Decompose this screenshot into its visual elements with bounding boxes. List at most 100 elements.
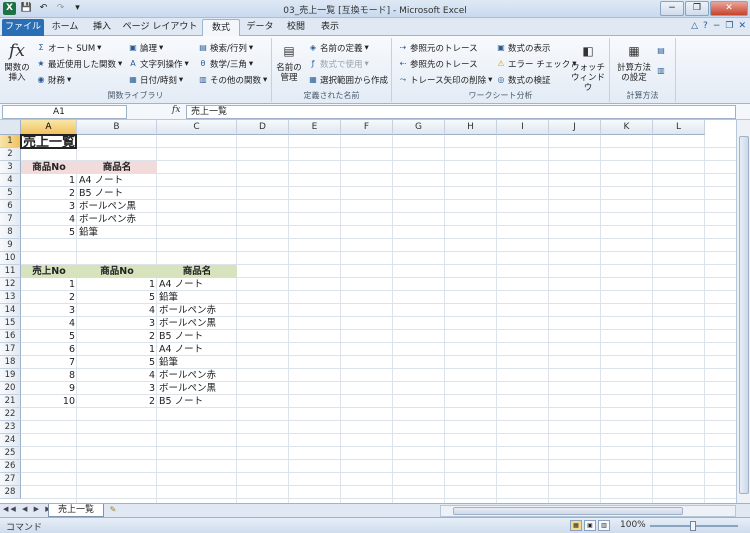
insert-sheet-icon[interactable]: ✎ [106,505,120,516]
row-header-8[interactable]: 8 [0,226,21,239]
evaluate-formula-button[interactable]: ◎ 数式の検証 [496,74,551,86]
autosum-button[interactable]: Σ オート SUM ▾ [36,42,101,54]
trace-precedents-button[interactable]: ⇢ 参照元のトレース [398,42,478,54]
product-no-cell[interactable]: 2 [21,187,77,200]
sales-product-name-cell[interactable]: A4 ノート [157,278,237,291]
row-header-2[interactable]: 2 [0,148,21,161]
row-header-5[interactable]: 5 [0,187,21,200]
insert-function-button[interactable]: fx 関数の挿入 [2,40,32,83]
column-header-i[interactable]: I [497,120,549,135]
window-minimize-icon[interactable]: − [713,21,721,31]
formula-input[interactable]: 売上一覧 [186,105,736,119]
row-header-12[interactable]: 12 [0,278,21,291]
row-header-25[interactable]: 25 [0,447,21,460]
column-header-f[interactable]: F [341,120,393,135]
product-name-cell[interactable]: ボールペン赤 [77,213,157,226]
tab-formulas[interactable]: 数式 [202,19,240,36]
calc-sheet-button[interactable]: ▥ [656,66,666,76]
sales-product-name-cell[interactable]: ボールペン赤 [157,304,237,317]
product-no-cell[interactable]: 5 [21,226,77,239]
product-no-cell[interactable]: 3 [21,200,77,213]
minimize-ribbon-icon[interactable]: △ [691,21,698,31]
tab-view[interactable]: 表示 [314,19,346,36]
sales-product-no-cell[interactable]: 1 [77,343,157,356]
tab-file[interactable]: ファイル [2,19,44,36]
more-functions-button[interactable]: ▥ その他の関数 ▾ [198,74,267,86]
row-header-6[interactable]: 6 [0,200,21,213]
column-header-e[interactable]: E [289,120,341,135]
sales-product-name-cell[interactable]: A4 ノート [157,343,237,356]
sheet-tab-sales-list[interactable]: 売上一覧 [48,504,104,517]
trace-dependents-button[interactable]: ⇠ 参照先のトレース [398,58,478,70]
column-header-h[interactable]: H [445,120,497,135]
sales-product-name-cell[interactable]: ボールペン黒 [157,382,237,395]
product-name-cell[interactable]: ボールペン黒 [77,200,157,213]
product-table-header-no[interactable]: 商品No [21,161,77,174]
row-header-16[interactable]: 16 [0,330,21,343]
window-restore-icon[interactable]: ❐ [725,21,733,31]
zoom-slider[interactable] [650,521,738,531]
tab-home[interactable]: ホーム [46,19,84,36]
create-from-selection-button[interactable]: ▦ 選択範囲から作成 [308,74,388,86]
sales-no-cell[interactable]: 7 [21,356,77,369]
column-header-g[interactable]: G [393,120,445,135]
sales-product-name-cell[interactable]: B5 ノート [157,330,237,343]
row-header-13[interactable]: 13 [0,291,21,304]
sales-product-no-cell[interactable]: 2 [77,330,157,343]
sales-no-cell[interactable]: 10 [21,395,77,408]
vertical-scrollbar[interactable] [736,120,750,503]
column-header-j[interactable]: J [549,120,601,135]
column-header-c[interactable]: C [157,120,237,135]
sales-no-cell[interactable]: 2 [21,291,77,304]
product-no-cell[interactable]: 1 [21,174,77,187]
use-in-formula-button[interactable]: ƒ 数式で使用 ▾ [308,58,369,70]
calc-options-button[interactable]: ▦ 計算方法の設定 [614,40,654,83]
sales-no-cell[interactable]: 5 [21,330,77,343]
horizontal-scroll-thumb[interactable] [453,507,683,515]
sales-product-no-cell[interactable]: 5 [77,291,157,304]
page-layout-view-icon[interactable]: ▣ [584,520,596,531]
product-name-cell[interactable]: B5 ノート [77,187,157,200]
page-break-view-icon[interactable]: ▥ [598,520,610,531]
product-no-cell[interactable]: 4 [21,213,77,226]
spreadsheet-grid[interactable]: A B C D E F G H I J K L 1 2 3 4 5 6 7 8 9 10 11 12 13 14 15 16 17 18 1… [0,120,736,503]
sales-product-name-cell[interactable]: 鉛筆 [157,291,237,304]
row-header-22[interactable]: 22 [0,408,21,421]
sales-product-no-cell[interactable]: 3 [77,382,157,395]
row-header-24[interactable]: 24 [0,434,21,447]
row-header-7[interactable]: 7 [0,213,21,226]
sales-product-name-cell[interactable]: ボールペン赤 [157,369,237,382]
text-functions-button[interactable]: A 文字列操作 ▾ [128,58,189,70]
column-header-l[interactable]: L [653,120,705,135]
financial-button[interactable]: ◉ 財務 ▾ [36,74,72,86]
logical-button[interactable]: ▣ 論理 ▾ [128,42,163,54]
lookup-button[interactable]: ▤ 検索/行列 ▾ [198,42,253,54]
sales-no-cell[interactable]: 8 [21,369,77,382]
sales-product-no-cell[interactable]: 4 [77,369,157,382]
product-name-cell[interactable]: A4 ノート [77,174,157,187]
sales-product-no-cell[interactable]: 5 [77,356,157,369]
horizontal-scrollbar[interactable] [440,505,736,517]
show-formulas-button[interactable]: ▣ 数式の表示 [496,42,550,54]
define-name-button[interactable]: ◈ 名前の定義 ▾ [308,42,369,54]
tab-review[interactable]: 校閲 [280,19,312,36]
sales-product-no-cell[interactable]: 4 [77,304,157,317]
row-header-23[interactable]: 23 [0,421,21,434]
close-button[interactable]: ✕ [710,1,748,16]
row-header-1[interactable]: 1 [0,135,21,148]
row-header-18[interactable]: 18 [0,356,21,369]
insert-function-fx-button[interactable]: fx [172,105,180,115]
vertical-scroll-thumb[interactable] [739,136,749,494]
sales-no-cell[interactable]: 9 [21,382,77,395]
window-close-icon[interactable]: ✕ [738,21,746,31]
zoom-slider-knob[interactable] [690,521,696,531]
math-trig-button[interactable]: θ 数学/三角 ▾ [198,58,254,70]
sales-no-cell[interactable]: 6 [21,343,77,356]
row-header-9[interactable]: 9 [0,239,21,252]
product-table-header-name[interactable]: 商品名 [77,161,157,174]
sales-no-cell[interactable]: 1 [21,278,77,291]
normal-view-icon[interactable]: ▦ [570,520,582,531]
sales-product-no-cell[interactable]: 2 [77,395,157,408]
column-header-d[interactable]: D [237,120,289,135]
product-name-cell[interactable]: 鉛筆 [77,226,157,239]
